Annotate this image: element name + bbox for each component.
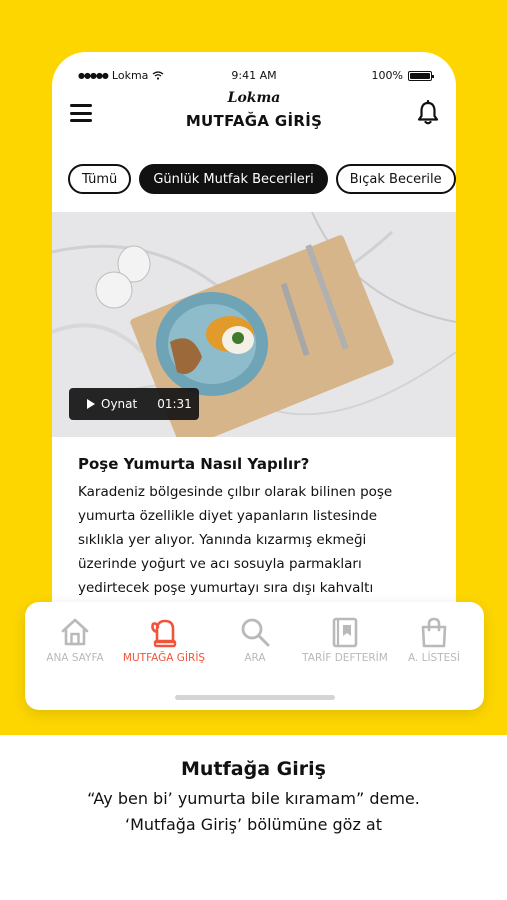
tab-label: MUTFAĞA GİRİŞ <box>122 652 206 664</box>
bell-icon[interactable] <box>416 100 440 126</box>
article-line: yumurta özellikle diyet yapanların liste… <box>78 508 378 524</box>
chip-daily-kitchen-skills[interactable]: Günlük Mutfak Becerileri <box>139 164 328 194</box>
status-bar: ●●●●● Lokma 9:41 AM 100% <box>52 66 456 86</box>
chip-all[interactable]: Tümü <box>68 164 132 194</box>
page-title: MUTFAĞA GİRİŞ <box>185 112 323 130</box>
play-label: Oynat <box>101 397 138 411</box>
article-line: yedirtecek poşe yumurtayı sıra dışı kahv… <box>78 580 374 596</box>
brand-logo: Lokma <box>227 90 281 106</box>
caption-line: “Ay ben bi’ yumurta bile kıramam” deme. <box>87 789 420 808</box>
tab-label: ARA <box>244 652 266 664</box>
home-icon <box>61 618 89 646</box>
oven-mitt-icon <box>151 619 177 648</box>
article-title[interactable]: Poşe Yumurta Nasıl Yapılır? <box>78 455 436 473</box>
tab-kitchen-intro[interactable]: MUTFAĞA GİRİŞ <box>118 616 210 664</box>
battery-icon <box>408 70 434 81</box>
status-right: 100% <box>371 69 434 82</box>
video-duration: 01:31 <box>157 397 192 411</box>
app-header: Lokma MUTFAĞA GİRİŞ <box>52 88 456 140</box>
battery-percent: 100% <box>371 69 403 82</box>
tab-search[interactable]: ARA <box>209 616 301 664</box>
article-line: sıklıkla yer alıyor. Yanında kızarmış ek… <box>78 532 367 548</box>
promo-background: ●●●●● Lokma 9:41 AM 100% Lokma MUTFAĞA G… <box>0 0 507 735</box>
caption-title: Mutfağa Giriş <box>181 758 326 780</box>
promo-caption: Mutfağa Giriş “Ay ben bi’ yumurta bile k… <box>0 758 507 838</box>
caption-line: ‘Mutfağa Giriş’ bölümüne göz at <box>125 815 382 834</box>
tab-label: A. LİSTESİ <box>407 652 461 664</box>
tab-shopping-list[interactable]: A. LİSTESİ <box>388 616 480 664</box>
category-chips: Tümü Günlük Mutfak Becerileri Bıçak Bece… <box>68 164 456 194</box>
tab-label: ANA SAYFA <box>46 652 104 664</box>
tab-recipe-book[interactable]: TARİF DEFTERİM <box>299 616 391 664</box>
tab-label: TARİF DEFTERİM <box>302 652 388 664</box>
article-body: Karadeniz bölgesinde çılbır olarak bilin… <box>78 480 436 600</box>
tab-home[interactable]: ANA SAYFA <box>29 616 121 664</box>
search-icon <box>241 618 270 647</box>
chip-knife-skills[interactable]: Bıçak Becerile <box>335 164 456 194</box>
phone-screen: ●●●●● Lokma 9:41 AM 100% Lokma MUTFAĞA G… <box>52 52 456 612</box>
bottom-tab-bar: ANA SAYFA MUTFAĞA GİRİŞ ARA TARİF DEFTER… <box>25 602 484 710</box>
play-button[interactable]: Oynat 01:31 <box>69 388 199 420</box>
play-icon <box>87 399 95 409</box>
home-indicator <box>175 695 335 700</box>
article-line: üzerinde yoğurt ve acı sosuyla parmaklar… <box>78 556 362 572</box>
video-card[interactable]: Oynat 01:31 <box>52 212 456 437</box>
shopping-bag-icon <box>421 617 447 648</box>
article: Poşe Yumurta Nasıl Yapılır? Karadeniz bö… <box>78 455 436 600</box>
article-line: Karadeniz bölgesinde çılbır olarak bilin… <box>78 484 393 500</box>
bookmark-book-icon <box>332 617 358 648</box>
